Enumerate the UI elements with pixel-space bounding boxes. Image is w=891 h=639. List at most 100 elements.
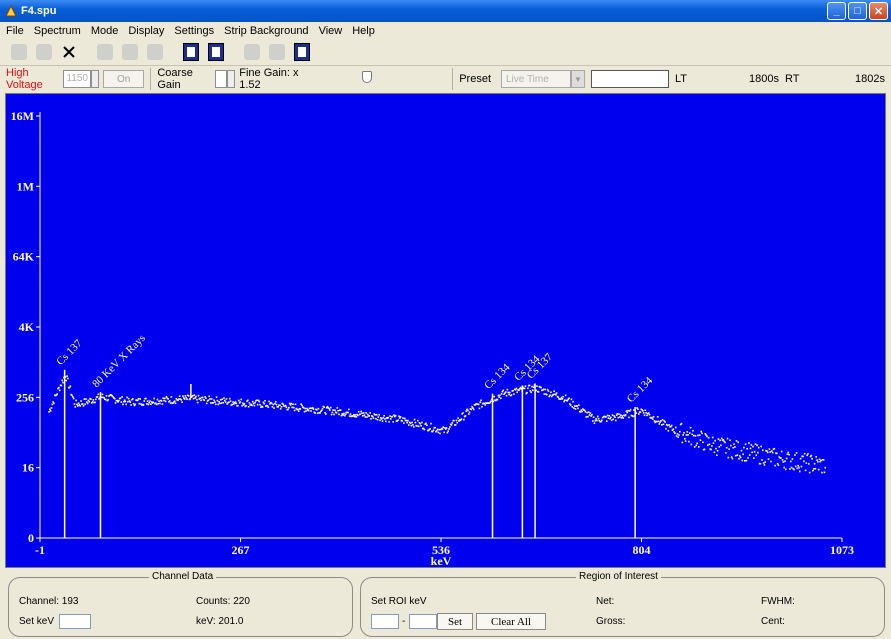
menu-file[interactable]: File	[6, 25, 24, 37]
stop-icon[interactable]	[33, 41, 55, 63]
spectrum-point	[60, 384, 63, 387]
spectrum-point	[376, 418, 379, 421]
set-button[interactable]: Set	[437, 613, 473, 630]
spectrum-point	[377, 416, 380, 418]
spectrum-point	[90, 398, 92, 401]
spectrum-point	[229, 400, 232, 403]
spectrum-point	[51, 403, 54, 406]
high-voltage-label: High Voltage	[6, 67, 43, 91]
spectrum-point	[808, 471, 811, 474]
spectrum-point	[139, 398, 141, 400]
spectrum-point	[570, 398, 573, 401]
set-kev-input[interactable]	[59, 614, 91, 629]
roi-start-input[interactable]	[371, 614, 399, 629]
spectrum-point	[706, 435, 708, 438]
clear-x-icon[interactable]	[58, 41, 80, 63]
menu-help[interactable]: Help	[352, 25, 375, 37]
fit-icon[interactable]	[241, 41, 263, 63]
spectrum-point	[256, 403, 259, 406]
counts-value: Counts: 220	[196, 596, 250, 607]
spectrum-point	[738, 457, 740, 460]
menu-view[interactable]: View	[319, 25, 343, 37]
preset-select[interactable]: Live Time	[501, 70, 571, 88]
x-tick-label: -1	[35, 543, 45, 557]
preset-value-field[interactable]	[591, 70, 669, 88]
spectrum-point	[531, 385, 533, 388]
minimize-button[interactable]: _	[827, 2, 846, 20]
spectrum-point	[714, 439, 716, 442]
spectrum-point	[349, 413, 352, 415]
spectrum-point	[820, 459, 822, 462]
spectrum-point	[803, 452, 806, 455]
spectrum-point	[438, 428, 440, 431]
spectrum-point	[431, 430, 434, 433]
spectrum-point	[518, 389, 520, 392]
spectrum-point	[735, 440, 738, 442]
document-icon[interactable]	[180, 41, 202, 63]
gear-icon[interactable]	[119, 41, 141, 63]
spectrum-point	[549, 394, 551, 397]
spectrum-point	[375, 413, 378, 416]
menu-strip-background[interactable]: Strip Background	[224, 25, 308, 37]
spectrum-point	[297, 408, 299, 411]
spectrum-point	[456, 421, 459, 424]
spectrum-point	[661, 419, 664, 421]
spectrum-point	[387, 416, 390, 419]
start-icon[interactable]	[8, 41, 30, 63]
spectrum-point	[203, 399, 206, 401]
spectrum-point	[796, 467, 799, 470]
spectrum-point	[529, 390, 532, 392]
spectrum-point	[694, 435, 697, 437]
clear-all-button[interactable]: Clear All	[476, 613, 546, 630]
clipboard-icon[interactable]	[205, 41, 227, 63]
log-scale-icon[interactable]	[291, 41, 313, 63]
spectrum-point	[646, 414, 648, 417]
menu-spectrum[interactable]: Spectrum	[34, 25, 81, 37]
close-button[interactable]: ✕	[869, 2, 888, 20]
spectrum-point	[167, 398, 169, 400]
fine-gain-slider[interactable]	[322, 70, 383, 88]
spectrum-point	[610, 419, 613, 422]
fine-gain-slider-thumb[interactable]	[361, 71, 372, 83]
spectrum-point	[72, 397, 75, 400]
spectrum-svg[interactable]: 0162564K64K1M16M-1 267 536 804 1073keVCs 137…	[6, 94, 885, 567]
spectrum-plot[interactable]: 0 16 256 4K 64K 1M 16M -1 267 536 804 1073 keV Cs 137…	[5, 93, 886, 568]
spectrum-point	[696, 442, 698, 445]
spectrum-point	[781, 459, 784, 461]
menu-mode[interactable]: Mode	[91, 25, 119, 37]
spectrum-point	[766, 451, 769, 454]
spectrum-point	[764, 461, 767, 463]
spectrum-point	[329, 406, 332, 409]
coarse-gain-spinner[interactable]	[227, 70, 236, 88]
maximize-button[interactable]: □	[848, 2, 867, 20]
spectrum-point	[814, 467, 817, 470]
menu-settings[interactable]: Settings	[174, 25, 214, 37]
spectrum-point	[571, 406, 574, 408]
spectrum-point	[557, 396, 560, 399]
spectrum-point	[173, 400, 176, 402]
spectrum-point	[761, 459, 763, 461]
spectrum-point	[725, 446, 728, 449]
edit-icon[interactable]	[94, 41, 116, 63]
spectrum-point	[652, 415, 655, 418]
spectrum-point	[794, 465, 797, 468]
high-voltage-spinner[interactable]	[90, 70, 99, 88]
spectrum-point	[540, 386, 542, 389]
spectrum-point	[394, 414, 397, 417]
spectrum-point	[762, 462, 765, 464]
spectrum-point	[451, 422, 454, 424]
spectrum-point	[594, 419, 597, 422]
spectrum-point	[340, 414, 343, 417]
chevron-down-icon[interactable]: ▼	[571, 70, 585, 88]
spectrum-point	[162, 397, 164, 400]
menu-display[interactable]: Display	[128, 25, 164, 37]
on-button[interactable]: On	[102, 70, 145, 88]
spectrum-point	[637, 413, 640, 415]
sum-icon[interactable]	[144, 41, 166, 63]
peak-icon[interactable]	[266, 41, 288, 63]
roi-end-input[interactable]	[409, 614, 437, 629]
high-voltage-field[interactable]: 1150	[63, 70, 91, 88]
spectrum-point	[639, 411, 642, 413]
spectrum-point	[49, 409, 52, 412]
coarse-gain-field[interactable]	[214, 70, 228, 88]
